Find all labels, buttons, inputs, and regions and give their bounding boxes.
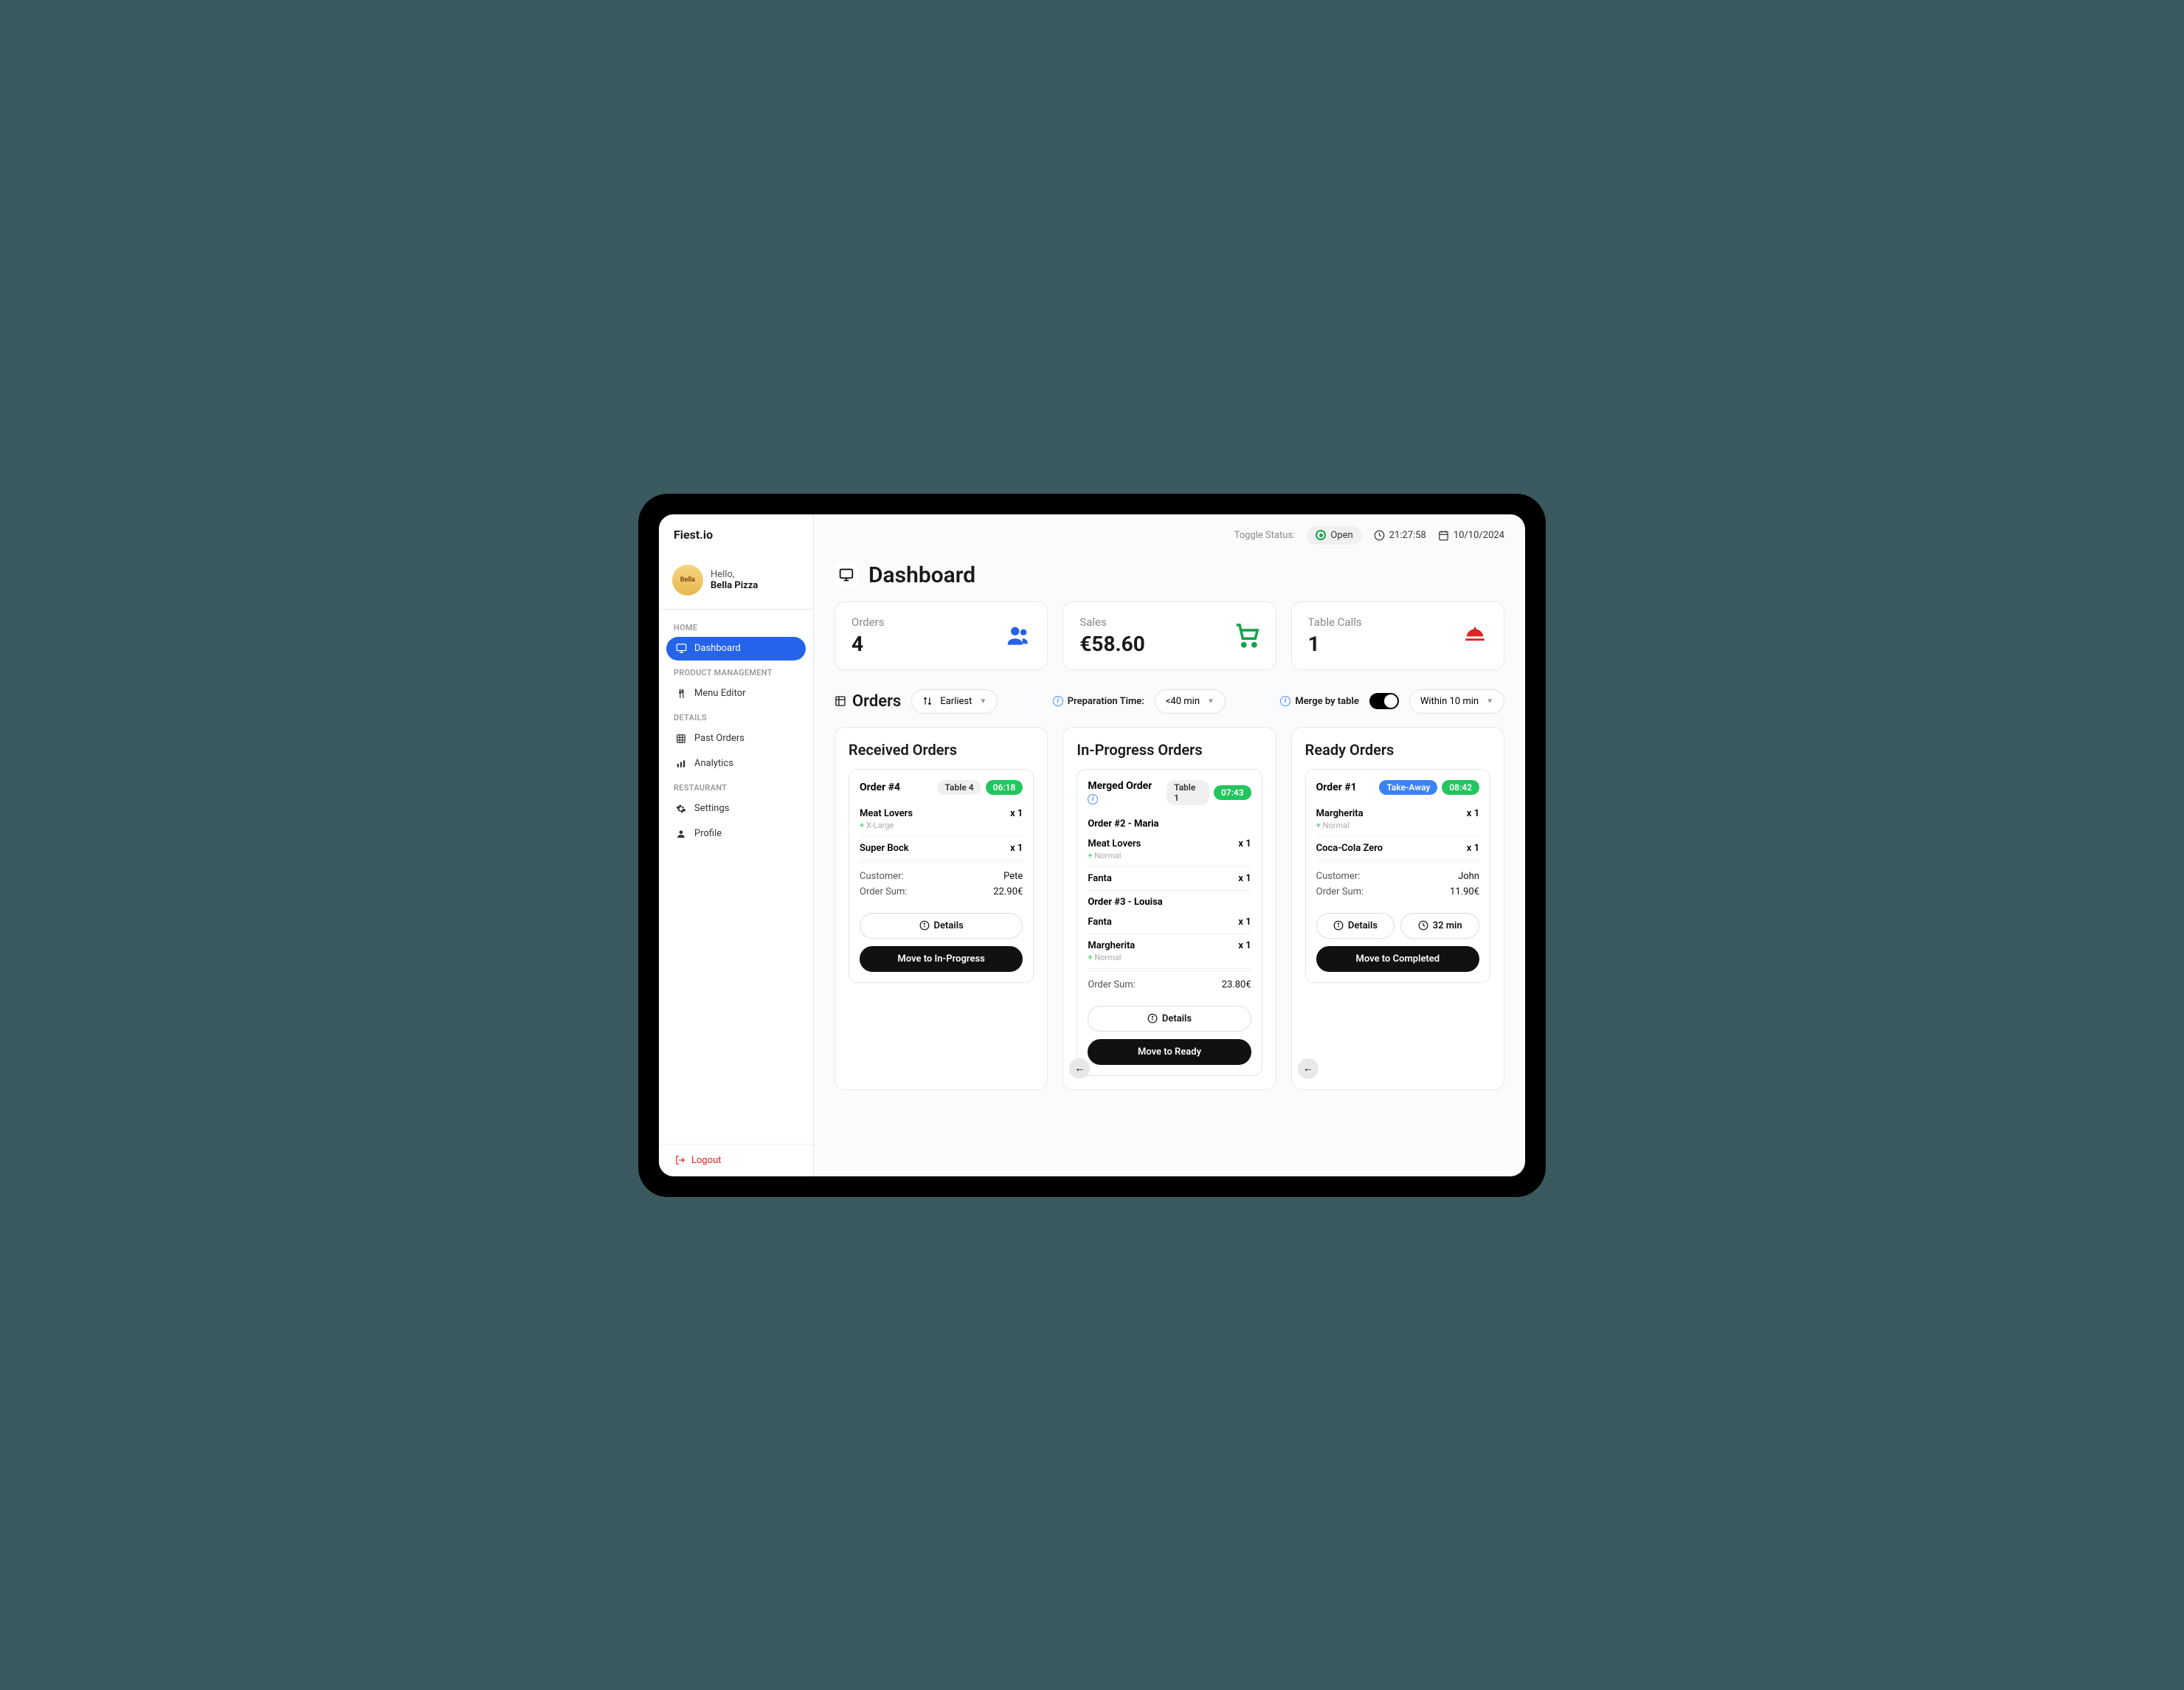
order-card: Order #1 Take-Away 08:42 Margheritax 1 +… (1305, 769, 1490, 983)
order-line-item: Super Bockx 1 (860, 837, 1023, 860)
timer-button[interactable]: 32 min (1400, 913, 1479, 939)
user-section: Bella Hello, Bella Pizza (659, 556, 813, 610)
clock-icon (1374, 530, 1385, 541)
monitor-icon (675, 643, 687, 655)
nav-header-home: HOME (666, 617, 806, 635)
avatar: Bella (672, 565, 703, 596)
order-line-item: Margheritax 1 + Normal (1316, 802, 1479, 837)
order-card: Merged Order i Table 1 07:43 Order #2 - … (1077, 769, 1262, 1076)
utensils-icon (675, 688, 687, 700)
grid-icon (675, 733, 687, 745)
merge-toggle[interactable] (1369, 693, 1399, 709)
sort-icon (922, 696, 933, 706)
order-line-item: Margheritax 1 + Normal (1088, 934, 1251, 969)
nav-header-restaurant: RESTAURANT (666, 777, 806, 796)
sidebar-item-label: Analytics (694, 758, 733, 769)
info-icon (1147, 1013, 1158, 1024)
order-line-item: Meat Loversx 1 + X-Large (860, 802, 1023, 837)
order-line-item: Fantax 1 (1088, 867, 1251, 891)
toggle-status-label: Toggle Status: (1234, 530, 1296, 541)
page-title: Dashboard (868, 562, 975, 588)
stat-orders: Orders 4 (834, 601, 1048, 670)
prep-time-label: i Preparation Time: (1053, 696, 1144, 707)
sidebar-item-label: Past Orders (694, 733, 744, 744)
gear-icon (675, 803, 687, 815)
sidebar-item-label: Profile (694, 828, 722, 839)
person-icon (675, 828, 687, 840)
brand-logo: Fiest.io (659, 514, 813, 556)
sidebar-item-analytics[interactable]: Analytics (666, 752, 806, 776)
sidebar-item-dashboard[interactable]: Dashboard (666, 637, 806, 661)
sort-select[interactable]: Earliest ▼ (911, 689, 998, 714)
order-line-item: Fantax 1 (1088, 911, 1251, 934)
sidebar-item-label: Settings (694, 803, 729, 814)
details-button[interactable]: Details (1316, 913, 1395, 939)
column-inprogress: In-Progress Orders Merged Order i Table … (1062, 727, 1276, 1090)
merge-label: i Merge by table (1280, 696, 1359, 707)
order-line-item: Meat Loversx 1 + Normal (1088, 832, 1251, 867)
column-ready: Ready Orders Order #1 Take-Away 08:42 Ma… (1291, 727, 1504, 1090)
move-to-inprogress-button[interactable]: Move to In-Progress (860, 946, 1023, 972)
prep-time-select[interactable]: <40 min ▼ (1155, 689, 1226, 714)
info-icon: i (1280, 696, 1290, 706)
stat-sales: Sales €58.60 (1062, 601, 1276, 670)
sidebar: Fiest.io Bella Hello, Bella Pizza HOME D… (659, 514, 814, 1176)
chevron-down-icon: ▼ (1486, 697, 1493, 706)
logout-button[interactable]: Logout (675, 1155, 797, 1166)
nav-header-product: PRODUCT MANAGEMENT (666, 662, 806, 680)
back-button[interactable]: ← (1069, 1058, 1090, 1079)
info-icon: i (1053, 696, 1063, 706)
main: Toggle Status: Open 21:27:58 10/10/2024 … (814, 514, 1525, 1176)
move-to-ready-button[interactable]: Move to Ready (1088, 1039, 1251, 1065)
time-badge: 06:18 (986, 780, 1023, 795)
sidebar-item-settings[interactable]: Settings (666, 797, 806, 821)
status-open-icon (1316, 530, 1326, 540)
info-icon[interactable]: i (1088, 794, 1098, 804)
order-card: Order #4 Table 4 06:18 Meat Loversx 1 + … (849, 769, 1034, 983)
sidebar-item-label: Menu Editor (694, 688, 746, 699)
sidebar-item-menu-editor[interactable]: Menu Editor (666, 682, 806, 706)
sidebar-item-past-orders[interactable]: Past Orders (666, 727, 806, 751)
stat-table-calls: Table Calls 1 (1291, 601, 1504, 670)
orders-section-label: Orders (834, 692, 901, 711)
bell-icon (1462, 623, 1487, 648)
grid-icon (834, 695, 846, 707)
table-badge: Table 1 (1167, 780, 1209, 805)
chevron-down-icon: ▼ (979, 697, 986, 706)
info-icon (1333, 920, 1344, 931)
back-button[interactable]: ← (1298, 1058, 1319, 1079)
column-received: Received Orders Order #4 Table 4 06:18 M… (834, 727, 1048, 1090)
time-badge: 08:42 (1442, 780, 1479, 795)
users-icon (1006, 623, 1031, 648)
takeaway-badge: Take-Away (1379, 780, 1437, 795)
logout-icon (675, 1155, 685, 1165)
monitor-icon (834, 563, 858, 587)
info-icon (919, 920, 930, 931)
nav-header-details: DETAILS (666, 707, 806, 725)
chevron-down-icon: ▼ (1207, 697, 1214, 706)
topbar: Toggle Status: Open 21:27:58 10/10/2024 (814, 514, 1525, 556)
details-button[interactable]: Details (1088, 1006, 1251, 1032)
clock-display: 21:27:58 (1374, 530, 1426, 541)
merge-within-select[interactable]: Within 10 min ▼ (1409, 689, 1504, 714)
greeting: Hello, (711, 569, 758, 580)
order-line-item: Coca-Cola Zerox 1 (1316, 837, 1479, 860)
cart-icon (1234, 623, 1259, 648)
move-to-completed-button[interactable]: Move to Completed (1316, 946, 1479, 972)
arrow-left-icon: ← (1074, 1062, 1085, 1075)
date-display: 10/10/2024 (1438, 530, 1504, 541)
sidebar-item-label: Dashboard (694, 643, 741, 654)
details-button[interactable]: Details (860, 913, 1023, 939)
arrow-left-icon: ← (1303, 1062, 1313, 1075)
status-toggle[interactable]: Open (1307, 526, 1361, 545)
table-badge: Table 4 (937, 780, 981, 795)
username: Bella Pizza (711, 580, 758, 591)
bar-chart-icon (675, 758, 687, 770)
sidebar-item-profile[interactable]: Profile (666, 822, 806, 846)
calendar-icon (1438, 530, 1449, 541)
nav: HOME Dashboard PRODUCT MANAGEMENT Menu E… (659, 610, 813, 1144)
clock-icon (1418, 920, 1428, 931)
time-badge: 07:43 (1214, 785, 1251, 800)
